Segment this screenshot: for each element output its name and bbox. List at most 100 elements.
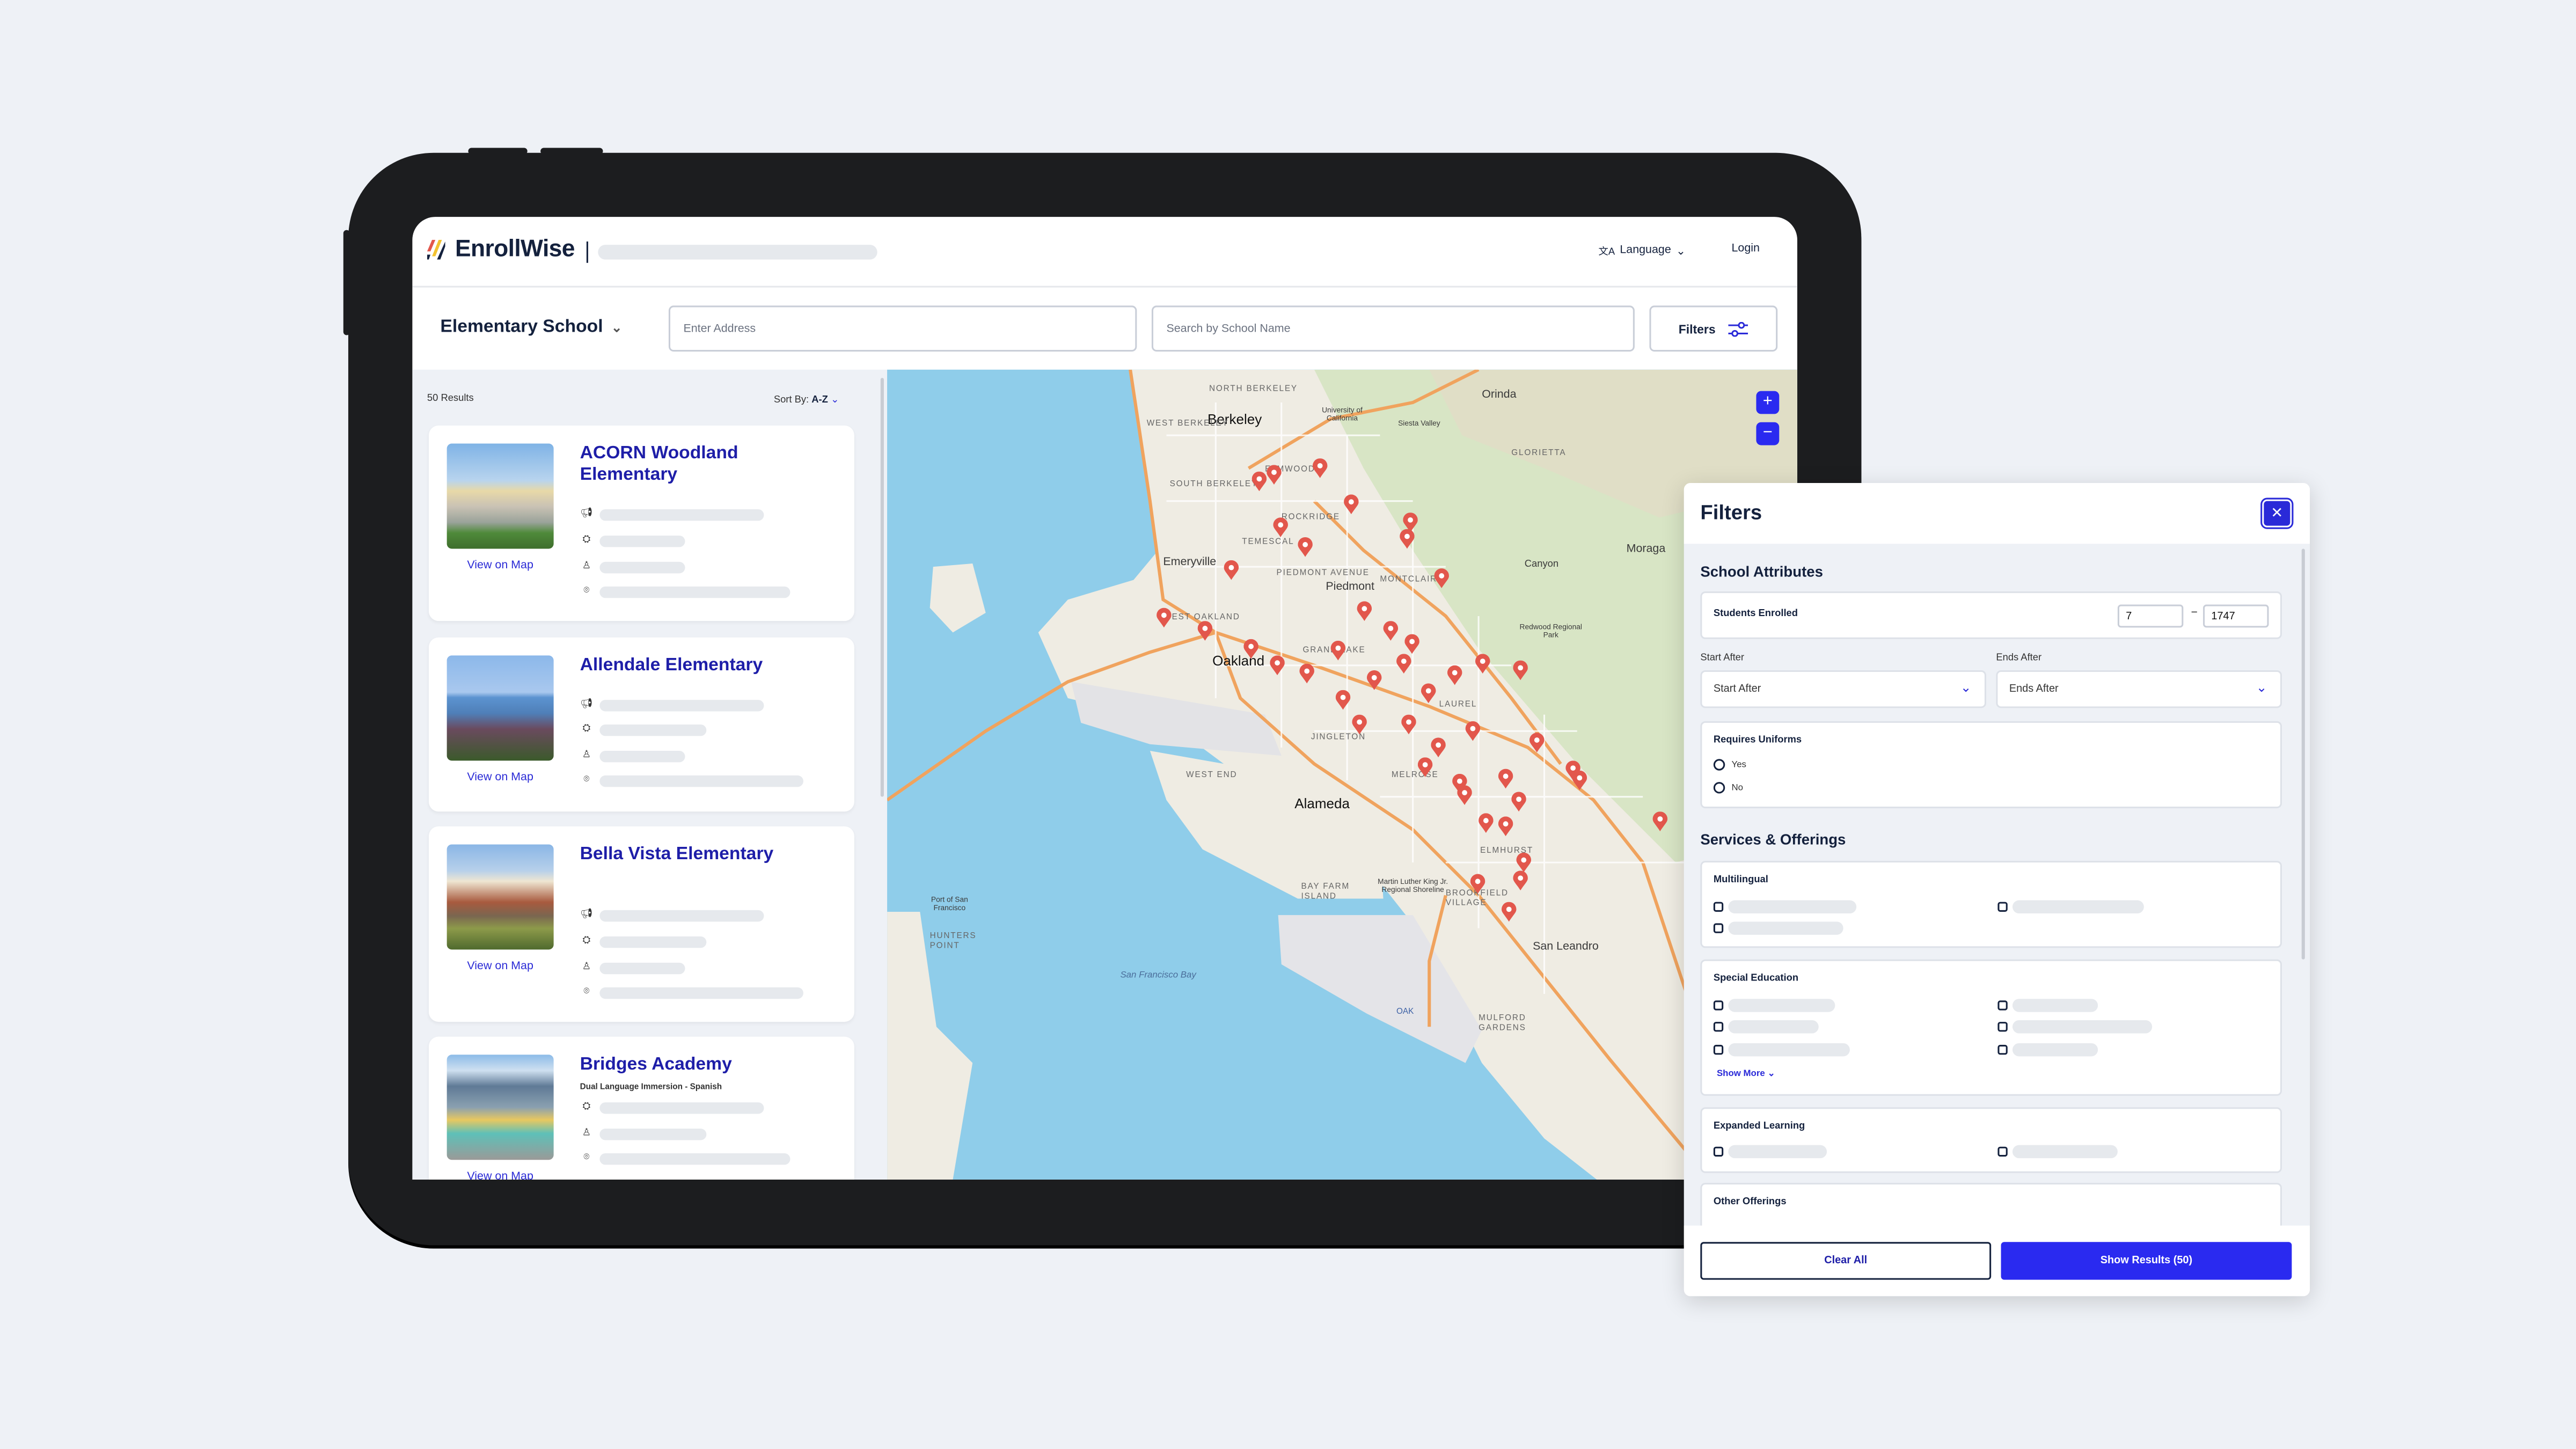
section-heading: School Attributes <box>1700 563 1823 580</box>
school-map-pin[interactable] <box>1446 665 1461 685</box>
login-link[interactable]: Login <box>1732 243 1760 254</box>
school-map-pin[interactable] <box>1430 737 1445 758</box>
school-map-pin[interactable] <box>1343 494 1358 515</box>
show-results-button[interactable]: Show Results (50) <box>2001 1242 2292 1280</box>
school-map-pin[interactable] <box>1512 870 1527 891</box>
school-level-dropdown[interactable]: Elementary School ⌄ <box>440 317 622 337</box>
school-map-pin[interactable] <box>1335 690 1350 710</box>
school-card[interactable]: View on Map Bella Vista Elementary 📢︎ ⛭ … <box>428 826 854 1022</box>
grades-icon: ⛭ <box>582 535 591 546</box>
school-map-pin[interactable] <box>1312 458 1327 478</box>
checkbox[interactable] <box>1713 1020 1819 1034</box>
sort-dropdown[interactable]: Sort By: A-Z ⌄ <box>774 394 839 406</box>
clear-all-button[interactable]: Clear All <box>1700 1242 1992 1280</box>
school-map-pin[interactable] <box>1512 660 1527 680</box>
list-scrollbar[interactable] <box>880 378 884 797</box>
info-placeholder <box>599 586 791 597</box>
school-photo <box>447 443 554 549</box>
checkbox[interactable] <box>1997 999 2098 1012</box>
school-photo <box>447 655 554 761</box>
school-name[interactable]: Bella Vista Elementary <box>580 844 826 866</box>
school-name[interactable]: Allendale Elementary <box>580 655 826 677</box>
ends-after-dropdown[interactable]: Ends After ⌄ <box>1996 670 2282 708</box>
school-map-pin[interactable] <box>1510 792 1526 812</box>
school-map-pin[interactable] <box>1197 621 1212 641</box>
school-map-pin[interactable] <box>1433 568 1448 588</box>
filters-scrollbar[interactable] <box>2301 548 2305 960</box>
school-map-pin[interactable] <box>1465 721 1480 741</box>
chevron-down-icon: ⌄ <box>2256 680 2267 695</box>
checkbox[interactable] <box>1713 900 1857 914</box>
address-input[interactable]: Enter Address <box>668 305 1137 352</box>
school-map-pin[interactable] <box>1297 537 1312 557</box>
view-on-map-link[interactable]: View on Map <box>447 560 554 572</box>
zoom-in-button[interactable]: + <box>1756 391 1780 414</box>
school-card[interactable]: View on Map Bridges Academy Dual Languag… <box>428 1036 854 1180</box>
school-map-pin[interactable] <box>1571 770 1586 791</box>
map-label: ROCKRIDGE <box>1281 513 1340 523</box>
school-map-pin[interactable] <box>1652 811 1667 831</box>
school-map-pin[interactable] <box>1242 639 1258 659</box>
school-map-pin[interactable] <box>1330 640 1345 661</box>
school-card[interactable]: View on Map Allendale Elementary 📢︎ ⛭ ♙ … <box>428 637 854 812</box>
checkbox[interactable] <box>1713 1145 1827 1159</box>
zoom-out-button[interactable]: − <box>1756 422 1780 445</box>
school-map-pin[interactable] <box>1298 663 1314 684</box>
school-map-pin[interactable] <box>1477 813 1493 833</box>
school-map-pin[interactable] <box>1356 601 1371 621</box>
school-map-pin[interactable] <box>1497 816 1512 837</box>
school-map-pin[interactable] <box>1269 655 1284 676</box>
brand-name[interactable]: EnrollWise <box>455 237 575 263</box>
students-min-input[interactable]: 7 <box>2117 604 2184 628</box>
school-map-pin[interactable] <box>1395 654 1411 674</box>
school-map-pin[interactable] <box>1469 874 1484 894</box>
view-on-map-link[interactable]: View on Map <box>447 772 554 784</box>
school-map-pin[interactable] <box>1382 621 1397 641</box>
school-map-pin[interactable] <box>1515 852 1531 873</box>
checkbox[interactable] <box>1997 1020 2153 1034</box>
school-map-pin[interactable] <box>1420 683 1435 704</box>
school-map-pin[interactable] <box>1399 529 1414 549</box>
show-more-link[interactable]: Show More ⌄ <box>1717 1070 1775 1079</box>
checkbox[interactable] <box>1997 1043 2098 1057</box>
close-button[interactable]: ✕ <box>2260 497 2294 529</box>
school-map-pin[interactable] <box>1400 714 1416 735</box>
school-map-pin[interactable] <box>1272 517 1287 538</box>
special-education-filter: Special Education Show More ⌄ <box>1700 959 2282 1096</box>
school-map-pin[interactable] <box>1474 654 1489 674</box>
school-card[interactable]: View on Map ACORN Woodland Elementary 📢︎… <box>428 425 854 621</box>
checkbox[interactable] <box>1713 1043 1850 1057</box>
checkbox[interactable] <box>1713 921 1843 935</box>
students-max-input[interactable]: 1747 <box>2203 604 2269 628</box>
school-map-pin[interactable] <box>1528 733 1543 753</box>
school-map-pin[interactable] <box>1497 769 1512 789</box>
school-map-pin[interactable] <box>1403 634 1419 654</box>
close-icon: ✕ <box>2271 504 2284 521</box>
school-name[interactable]: ACORN Woodland Elementary <box>580 444 826 487</box>
language-selector[interactable]: 文A Language ⌄ <box>1599 243 1686 258</box>
filters-button[interactable]: Filters <box>1649 305 1778 352</box>
uniforms-yes-radio[interactable]: Yes <box>1713 759 1746 771</box>
school-map-pin[interactable] <box>1366 670 1381 690</box>
view-on-map-link[interactable]: View on Map <box>447 1172 554 1180</box>
map-label: SOUTH BERKELEY <box>1169 479 1258 490</box>
view-on-map-link[interactable]: View on Map <box>447 961 554 972</box>
checkbox[interactable] <box>1713 999 1835 1012</box>
school-map-pin[interactable] <box>1417 757 1432 777</box>
school-map-pin[interactable] <box>1351 714 1366 735</box>
school-map-pin[interactable] <box>1155 608 1171 628</box>
uniforms-no-radio[interactable]: No <box>1713 782 1743 794</box>
school-map-pin[interactable] <box>1223 560 1238 580</box>
school-name[interactable]: Bridges Academy <box>580 1055 826 1076</box>
start-after-dropdown[interactable]: Start After ⌄ <box>1700 670 1986 708</box>
school-map-pin[interactable] <box>1265 465 1281 485</box>
school-name-search-input[interactable]: Search by School Name <box>1151 305 1635 352</box>
checkbox[interactable] <box>1997 900 2144 914</box>
school-map-pin[interactable] <box>1501 902 1516 922</box>
school-map-pin[interactable] <box>1456 785 1472 805</box>
map-view[interactable]: Berkeley Oakland Alameda Emeryville Pied… <box>887 369 1797 1180</box>
map-label: Redwood Regional Park <box>1519 623 1582 639</box>
checkbox[interactable] <box>1997 1145 2118 1159</box>
radio-icon <box>1713 782 1725 794</box>
school-map-pin[interactable] <box>1251 471 1266 492</box>
